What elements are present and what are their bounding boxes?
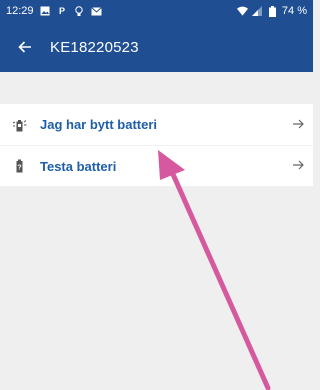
app-screen: 12:29 P 74 % KE18220523 Jag har bytt bat… — [0, 0, 313, 390]
page-title: KE18220523 — [50, 38, 139, 56]
arrow-left-icon — [18, 36, 32, 59]
list-item-label: Jag har bytt batteri — [40, 117, 158, 132]
wifi-icon — [236, 6, 248, 17]
battery-test-icon: ? — [0, 158, 40, 174]
parking-notification-icon: P — [59, 5, 66, 16]
signal-icon — [252, 6, 263, 17]
app-bar: KE18220523 — [0, 22, 313, 72]
list-item-replaced-battery[interactable]: Jag har bytt batteri — [0, 104, 313, 145]
arrow-right-icon — [283, 116, 313, 134]
lightbulb-notification-icon — [74, 5, 85, 17]
list-item-label: Testa batteri — [40, 158, 117, 174]
battery-icon — [267, 5, 278, 17]
status-bar: 12:29 P 74 % — [0, 0, 313, 22]
svg-text:?: ? — [17, 165, 21, 172]
battery-change-icon — [0, 117, 40, 133]
status-right: 74 % — [236, 5, 307, 17]
image-notification-icon — [40, 6, 51, 17]
list-item-test-battery[interactable]: ? Testa batteri — [0, 145, 313, 186]
arrow-right-icon — [283, 157, 313, 175]
action-list: Jag har bytt batteri ? Testa batteri — [0, 104, 313, 186]
mail-notification-icon — [90, 6, 102, 17]
battery-percent: 74 % — [281, 5, 307, 17]
status-left: 12:29 P — [6, 5, 102, 17]
back-button[interactable] — [0, 22, 50, 72]
status-time: 12:29 — [6, 5, 34, 17]
